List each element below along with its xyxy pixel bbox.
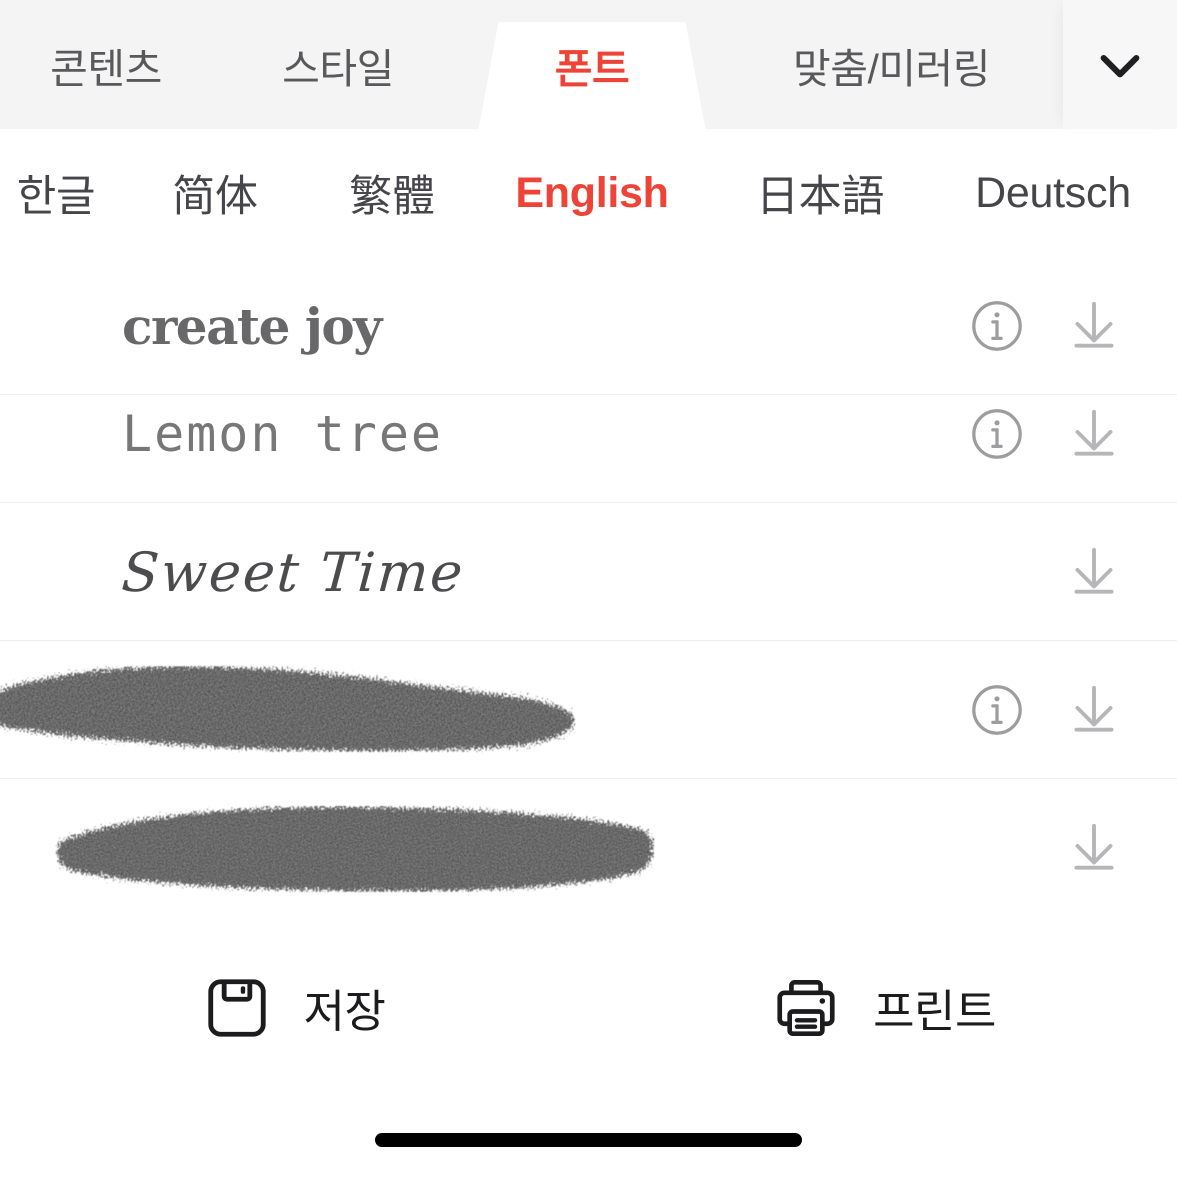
redaction-stroke	[56, 806, 654, 892]
printer-icon	[777, 979, 835, 1036]
chevron-down-icon	[1100, 54, 1140, 77]
app-screen: 콘텐츠 스타일 폰트 맞춤/미러링 한글 简体 繁體 English 日本語 D…	[0, 0, 1177, 1177]
tab-align-mirroring[interactable]: 맞춤/미러링	[720, 0, 1063, 129]
language-filter-bar: 한글 简体 繁體 English 日本語 Deutsch	[0, 129, 1177, 380]
font-list-item[interactable]	[0, 641, 1177, 779]
language-option-simplified-chinese-label: 简体	[172, 173, 258, 221]
language-option-korean-label: 한글	[16, 173, 96, 221]
tab-style-label: 스타일	[282, 45, 394, 92]
language-option-german-label: Deutsch	[975, 168, 1131, 217]
redaction-stroke	[0, 666, 575, 752]
language-option-traditional-chinese[interactable]: 繁體	[312, 129, 472, 257]
tab-font[interactable]: 폰트	[464, 0, 720, 129]
bottom-action-bar: 저장 프린트	[0, 915, 1177, 1100]
download-arrow-icon[interactable]	[1063, 541, 1125, 603]
download-arrow-icon[interactable]	[1063, 403, 1125, 465]
info-circle-icon[interactable]	[968, 405, 1026, 463]
language-option-korean[interactable]: 한글	[0, 129, 112, 257]
tab-align-mirroring-label: 맞춤/미러링	[793, 45, 991, 92]
language-option-simplified-chinese[interactable]: 简体	[120, 129, 310, 257]
download-arrow-icon[interactable]	[1063, 679, 1125, 741]
info-circle-icon[interactable]	[968, 297, 1026, 355]
language-option-english-label: English	[515, 168, 669, 217]
font-list-item[interactable]: Lemon tree	[0, 365, 1177, 503]
tab-scroll-area[interactable]: 콘텐츠 스타일 폰트 맞춤/미러링	[0, 0, 1063, 129]
font-list[interactable]: create joy Lemon tree Sweet Time	[0, 257, 1177, 917]
font-sample-text: Lemon tree	[122, 405, 444, 463]
font-list-item[interactable]	[0, 779, 1177, 917]
save-button-label: 저장	[303, 986, 386, 1037]
collapse-panel-button[interactable]	[1063, 0, 1177, 129]
save-button[interactable]: 저장	[0, 915, 587, 1100]
language-option-traditional-chinese-label: 繁體	[349, 173, 435, 221]
print-button-label: 프린트	[873, 986, 996, 1037]
language-option-german[interactable]: Deutsch	[938, 129, 1168, 257]
floppy-disk-icon	[207, 978, 266, 1037]
language-option-english[interactable]: English	[478, 129, 706, 257]
tab-style[interactable]: 스타일	[212, 0, 464, 129]
home-indicator[interactable]	[375, 1133, 802, 1147]
language-option-japanese[interactable]: 日本語	[712, 129, 928, 257]
tab-contents[interactable]: 콘텐츠	[0, 0, 212, 129]
language-option-japanese-label: 日本語	[755, 173, 885, 221]
print-button[interactable]: 프린트	[590, 915, 1177, 1100]
download-arrow-icon[interactable]	[1063, 817, 1125, 879]
info-circle-icon[interactable]	[968, 681, 1026, 739]
font-list-item[interactable]: Sweet Time	[0, 503, 1177, 641]
download-arrow-icon[interactable]	[1063, 295, 1125, 357]
font-sample-text: Sweet Time	[119, 540, 467, 604]
tab-font-label: 폰트	[554, 45, 630, 92]
main-tab-bar: 콘텐츠 스타일 폰트 맞춤/미러링	[0, 0, 1177, 129]
tab-contents-label: 콘텐츠	[50, 45, 162, 92]
